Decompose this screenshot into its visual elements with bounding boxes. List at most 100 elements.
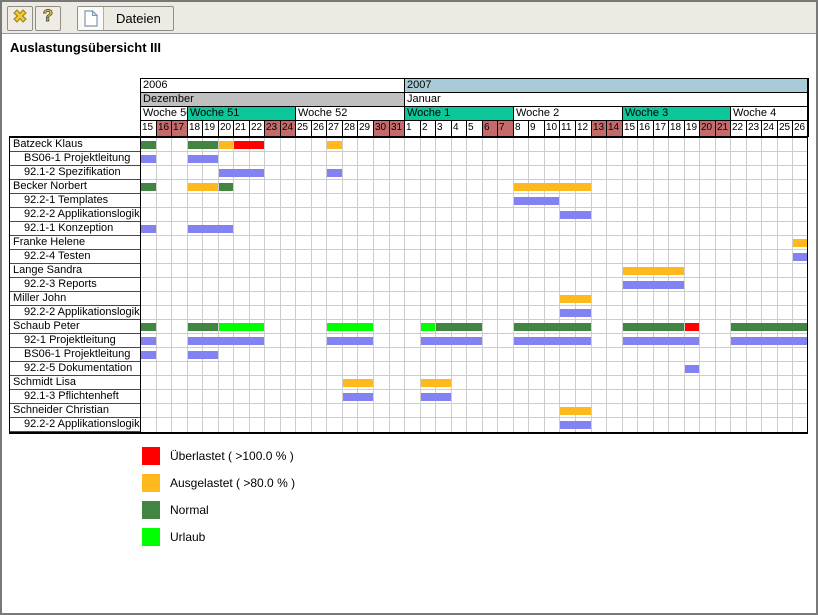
gantt-bar[interactable] — [421, 323, 435, 331]
gantt-bar[interactable] — [219, 183, 233, 191]
day-header-30: 14 — [606, 120, 623, 137]
gantt-bar[interactable] — [188, 323, 218, 331]
grid-hline — [141, 235, 807, 236]
gantt-bar[interactable] — [327, 323, 373, 331]
gantt-bar[interactable] — [514, 323, 591, 331]
grid-vline — [233, 138, 234, 432]
gantt-bar[interactable] — [514, 337, 591, 345]
task-row-label: 92.2-2 Applikationslogik — [10, 306, 141, 320]
day-header-9: 24 — [280, 120, 296, 137]
gantt-bar[interactable] — [560, 295, 591, 303]
day-header-23: 7 — [497, 120, 514, 137]
help-button[interactable]: ? — [35, 6, 61, 31]
grid-vline — [684, 138, 685, 432]
grid-vline — [466, 138, 467, 432]
gantt-bar[interactable] — [421, 393, 451, 401]
day-header-11: 26 — [311, 120, 327, 137]
close-button[interactable] — [7, 6, 33, 31]
gantt-bar[interactable] — [141, 141, 156, 149]
day-header-0: 15 — [140, 120, 157, 137]
person-row-label: Lange Sandra — [10, 264, 141, 278]
gantt-bar[interactable] — [731, 323, 808, 331]
grid-hline — [141, 375, 807, 376]
task-row-label: 92.1-2 Spezifikation — [10, 166, 141, 180]
gantt-bar[interactable] — [685, 323, 699, 331]
gantt-bar[interactable] — [141, 225, 156, 233]
grid-hline — [141, 263, 807, 264]
gantt-bar[interactable] — [731, 337, 808, 345]
gantt-bar[interactable] — [793, 253, 808, 261]
day-header-25: 9 — [528, 120, 545, 137]
gantt-bar[interactable] — [327, 169, 342, 177]
gantt-bar[interactable] — [560, 421, 591, 429]
gantt-bar[interactable] — [219, 169, 264, 177]
grid-vline — [156, 138, 157, 432]
gantt-bar[interactable] — [343, 379, 373, 387]
year-header-1: 2007 — [404, 78, 809, 93]
gantt-bar[interactable] — [560, 309, 591, 317]
gantt-bar[interactable] — [514, 183, 591, 191]
utilization-gantt-chart: 20062007DezemberJanuarWoche 50Woche 51Wo… — [9, 78, 808, 434]
app-window: ? Dateien Auslastungsübersicht III 20062… — [0, 0, 818, 615]
gantt-bar[interactable] — [188, 351, 218, 359]
grid-hline — [141, 277, 807, 278]
gantt-bar[interactable] — [188, 337, 264, 345]
gantt-bar[interactable] — [188, 141, 218, 149]
day-header-20: 4 — [451, 120, 467, 137]
grid-vline — [792, 138, 793, 432]
grid-hline — [141, 291, 807, 292]
person-row-label: Schneider Christian — [10, 404, 141, 418]
day-header-36: 20 — [699, 120, 716, 137]
gantt-bar[interactable] — [327, 337, 373, 345]
files-button[interactable]: Dateien — [77, 6, 174, 31]
day-header-33: 17 — [653, 120, 669, 137]
gantt-bar[interactable] — [234, 141, 264, 149]
gantt-bar[interactable] — [141, 337, 156, 345]
grid-vline — [280, 138, 281, 432]
person-row-label: Franke Helene — [10, 236, 141, 250]
grid-vline — [606, 138, 607, 432]
gantt-bar[interactable] — [436, 323, 482, 331]
gantt-bar[interactable] — [793, 239, 808, 247]
gantt-bar[interactable] — [623, 267, 684, 275]
grid-vline — [420, 138, 421, 432]
gantt-bar[interactable] — [188, 155, 218, 163]
gantt-bar[interactable] — [188, 183, 218, 191]
gantt-bar[interactable] — [343, 393, 373, 401]
task-row-label: BS06-1 Projektleitung — [10, 348, 141, 362]
gantt-bar[interactable] — [219, 323, 264, 331]
grid-vline — [746, 138, 747, 432]
legend-label: Urlaub — [170, 528, 205, 546]
week-header-2: Woche 52 — [295, 106, 405, 121]
gantt-bar[interactable] — [623, 281, 684, 289]
day-header-24: 8 — [513, 120, 529, 137]
svg-text:?: ? — [43, 6, 53, 25]
gantt-bar[interactable] — [141, 155, 156, 163]
month-header-1: Januar — [404, 92, 809, 107]
task-row-label: 92.1-3 Pflichtenheft — [10, 390, 141, 404]
grid-vline — [264, 138, 265, 432]
gantt-bar[interactable] — [327, 141, 342, 149]
gantt-bar[interactable] — [421, 379, 451, 387]
grid-vline — [715, 138, 716, 432]
week-header-1: Woche 51 — [187, 106, 296, 121]
gantt-bar[interactable] — [560, 211, 591, 219]
gantt-bar[interactable] — [421, 337, 482, 345]
grid-vline — [373, 138, 374, 432]
gantt-bar[interactable] — [514, 197, 559, 205]
gantt-bar[interactable] — [560, 407, 591, 415]
document-icon — [78, 7, 104, 30]
gantt-bar[interactable] — [141, 323, 156, 331]
gantt-bar[interactable] — [623, 323, 684, 331]
day-header-17: 1 — [404, 120, 421, 137]
gantt-bar[interactable] — [188, 225, 233, 233]
gantt-bar[interactable] — [623, 337, 699, 345]
gantt-bar[interactable] — [685, 365, 699, 373]
day-header-7: 22 — [249, 120, 265, 137]
gantt-bar[interactable] — [219, 141, 233, 149]
gantt-bar[interactable] — [141, 183, 156, 191]
grid-bottom-border — [9, 432, 808, 434]
grid-vline — [435, 138, 436, 432]
grid-vline — [497, 138, 498, 432]
gantt-bar[interactable] — [141, 351, 156, 359]
